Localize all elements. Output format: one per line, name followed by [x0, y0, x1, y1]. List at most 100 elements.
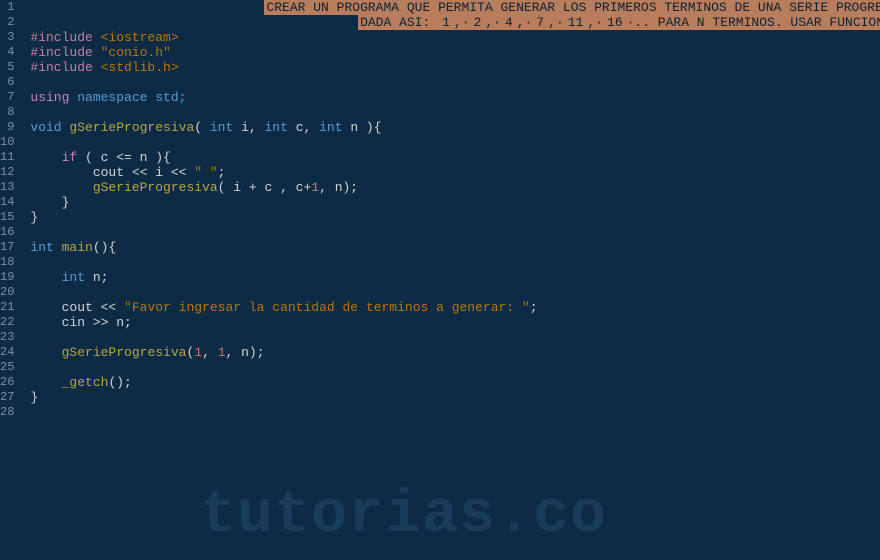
code-token: " " [194, 165, 217, 180]
code-token: ,· [515, 15, 535, 30]
code-line [30, 255, 880, 270]
line-number: 28 [0, 405, 14, 420]
code-line: DADA ASI: 1,·2,·4,·7,·11,·16·.. PARA N T… [30, 15, 880, 30]
code-token: i, [233, 120, 264, 135]
code-token: namespace std; [69, 90, 186, 105]
code-line [30, 105, 880, 120]
code-token: main [62, 240, 93, 255]
code-line: #include "conio.h" [30, 45, 880, 60]
code-line: int main(){ [30, 240, 880, 255]
code-token: c, [288, 120, 319, 135]
code-token: gSerieProgresiva [93, 180, 218, 195]
code-token: } [30, 210, 38, 225]
code-token: , n); [319, 180, 358, 195]
code-token: ,· [452, 15, 472, 30]
code-line: cout << "Favor ingresar la cantidad de t… [30, 300, 880, 315]
line-number: 25 [0, 360, 14, 375]
line-number: 12 [0, 165, 14, 180]
code-line: cout << i << " "; [30, 165, 880, 180]
line-number: 10 [0, 135, 14, 150]
code-line [30, 75, 880, 90]
line-number: 9 [0, 120, 14, 135]
code-area: CREAR UN PROGRAMA QUE PERMITA GENERAR LO… [22, 0, 880, 560]
code-token: 1 [218, 345, 226, 360]
code-token: int [210, 120, 233, 135]
code-line: if ( c <= n ){ [30, 150, 880, 165]
code-token: cout << [62, 300, 124, 315]
code-token: _getch [62, 375, 109, 390]
code-token: gSerieProgresiva [69, 120, 194, 135]
code-token: using [30, 90, 69, 105]
code-line: CREAR UN PROGRAMA QUE PERMITA GENERAR LO… [30, 0, 880, 15]
code-token: 2 [472, 15, 484, 30]
line-number: 23 [0, 330, 14, 345]
code-token: 1 [311, 180, 319, 195]
code-line: cin >> n; [30, 315, 880, 330]
code-token: <iostream> [101, 30, 179, 45]
code-token: "conio.h" [101, 45, 171, 60]
line-number: 11 [0, 150, 14, 165]
code-token: ,· [483, 15, 503, 30]
line-number: 18 [0, 255, 14, 270]
line-number: 19 [0, 270, 14, 285]
code-token: 1 [440, 15, 452, 30]
code-line: _getch(); [30, 375, 880, 390]
code-token: 4 [503, 15, 515, 30]
code-token: int [30, 240, 61, 255]
code-line: #include <stdlib.h> [30, 60, 880, 75]
line-number: 5 [0, 60, 14, 75]
code-line [30, 135, 880, 150]
line-number: 27 [0, 390, 14, 405]
code-token: ,· [546, 15, 566, 30]
code-token: ; [530, 300, 538, 315]
code-line [30, 225, 880, 240]
code-token: CREAR UN PROGRAMA QUE PERMITA GENERAR LO… [264, 0, 880, 15]
code-token: int [62, 270, 85, 285]
code-token: <stdlib.h> [101, 60, 179, 75]
line-number: 26 [0, 375, 14, 390]
code-token: if [62, 150, 78, 165]
line-number: 21 [0, 300, 14, 315]
line-number: 2 [0, 15, 14, 30]
line-number: 3 [0, 30, 14, 45]
code-token: (){ [93, 240, 116, 255]
line-number: 16 [0, 225, 14, 240]
code-token: , n); [226, 345, 265, 360]
code-token: } [30, 390, 38, 405]
code-token: n ){ [343, 120, 382, 135]
code-token: 7 [534, 15, 546, 30]
code-line: } [30, 195, 880, 210]
code-line [30, 285, 880, 300]
code-token: 1 [194, 345, 202, 360]
code-editor: 1234567891011121314151617181920212223242… [0, 0, 880, 560]
code-line: void gSerieProgresiva( int i, int c, int… [30, 120, 880, 135]
line-number: 8 [0, 105, 14, 120]
code-token: ( [194, 120, 210, 135]
code-token: n; [85, 270, 108, 285]
code-line [30, 330, 880, 345]
code-token: ·.. PARA N TERMINOS. USAR FUNCION RECURS… [625, 15, 880, 30]
code-token: ( c <= n ){ [77, 150, 171, 165]
line-number: 22 [0, 315, 14, 330]
code-token: cin >> n; [62, 315, 132, 330]
code-line [30, 360, 880, 375]
code-token: (); [108, 375, 131, 390]
code-line: } [30, 210, 880, 225]
line-number: 4 [0, 45, 14, 60]
code-token: "Favor ingresar la cantidad de terminos … [124, 300, 530, 315]
code-token: void [30, 120, 69, 135]
code-line [30, 405, 880, 420]
code-token: int [319, 120, 342, 135]
line-number: 13 [0, 180, 14, 195]
code-token: ,· [585, 15, 605, 30]
line-number: 1 [0, 0, 14, 15]
line-number-gutter: 1234567891011121314151617181920212223242… [0, 0, 22, 560]
line-number: 15 [0, 210, 14, 225]
code-token: 16 [605, 15, 625, 30]
code-token: ; [218, 165, 226, 180]
code-token: int [264, 120, 287, 135]
code-line: } [30, 390, 880, 405]
code-line: gSerieProgresiva( i + c , c+1, n); [30, 180, 880, 195]
code-line: using namespace std; [30, 90, 880, 105]
code-token: gSerieProgresiva [62, 345, 187, 360]
